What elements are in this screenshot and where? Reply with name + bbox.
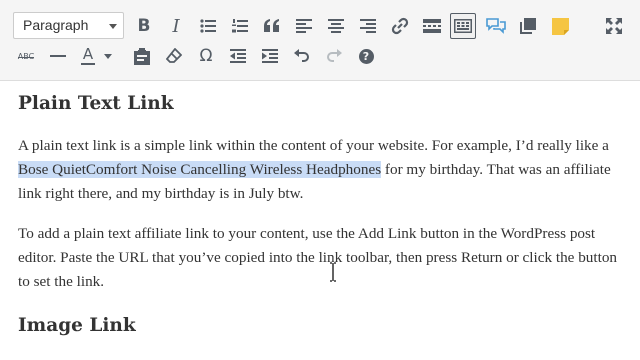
paragraph-plain-text-link: A plain text link is a simple link withi… (18, 134, 630, 206)
toolbar-row-2: ABC A Ω (0, 41, 640, 73)
insert-link-button[interactable] (387, 13, 413, 39)
special-character-button[interactable]: Ω (193, 43, 219, 69)
comment-bubbles-icon (486, 18, 506, 34)
chevron-down-icon (109, 24, 117, 29)
bold-button[interactable]: B (131, 13, 157, 39)
text-color-button[interactable]: A (77, 43, 99, 69)
editor-toolbar: Paragraph B I A Ω ? (0, 0, 640, 81)
redo-icon (327, 49, 342, 62)
strike-line (17, 56, 35, 58)
paragraph-add-link-instructions: To add a plain text affiliate link to yo… (18, 225, 618, 290)
clear-formatting-button[interactable] (161, 43, 187, 69)
paste-as-text-icon (134, 47, 150, 65)
fullscreen-button[interactable] (601, 13, 627, 39)
fullscreen-icon (606, 18, 622, 34)
numbered-list-button[interactable] (227, 13, 253, 39)
undo-icon (294, 49, 309, 62)
horizontal-line-button[interactable] (45, 43, 71, 69)
horizontal-line-icon (50, 55, 66, 57)
italic-icon: I (172, 15, 180, 37)
format-select-value: Paragraph (23, 17, 89, 33)
align-right-button[interactable] (355, 13, 381, 39)
toolbar-toggle-icon (454, 19, 472, 33)
align-left-button[interactable] (291, 13, 317, 39)
heading-plain-text-link: Plain Text Link (18, 93, 174, 114)
text-color-icon: A (82, 45, 94, 63)
blockquote-icon (264, 19, 279, 32)
selected-text[interactable]: Bose QuietComfort Noise Cancelling Wirel… (18, 161, 382, 178)
clear-formatting-icon (166, 48, 182, 63)
help-icon: ? (358, 48, 374, 64)
text-cursor-icon (330, 262, 336, 282)
link-icon (391, 17, 409, 35)
paste-as-text-button[interactable] (129, 43, 155, 69)
bullet-list-icon (200, 19, 216, 33)
editor-content[interactable]: Plain Text Link A plain text link is a s… (18, 88, 630, 342)
align-right-icon (360, 19, 376, 33)
text-color-dropdown[interactable] (101, 43, 115, 69)
read-more-icon (423, 19, 441, 33)
strikethrough-icon: ABC (17, 52, 35, 61)
paragraph-format-select[interactable]: Paragraph (13, 12, 124, 39)
toolbar-toggle-button[interactable] (450, 13, 476, 39)
strikethrough-button[interactable]: ABC (13, 43, 39, 69)
post-editor: Paragraph B I A Ω ? Plain Text Link A pl… (0, 0, 640, 360)
read-more-button[interactable] (419, 13, 445, 39)
align-left-icon (296, 19, 312, 33)
copy-icon (520, 18, 536, 34)
undo-button[interactable] (289, 43, 315, 69)
heading-image-link: Image Link (18, 315, 136, 336)
sticky-note-icon (551, 17, 569, 35)
outdent-icon (230, 49, 246, 63)
align-center-icon (328, 19, 344, 33)
help-label: ? (362, 49, 370, 63)
redo-button[interactable] (321, 43, 347, 69)
blockquote-button[interactable] (259, 13, 285, 39)
comment-bubbles-button[interactable] (483, 13, 509, 39)
outdent-button[interactable] (225, 43, 251, 69)
text-color-underline (81, 63, 95, 65)
help-button[interactable]: ? (353, 43, 379, 69)
bullet-list-button[interactable] (195, 13, 221, 39)
special-character-icon: Ω (199, 46, 213, 66)
copy-button[interactable] (515, 13, 541, 39)
indent-button[interactable] (257, 43, 283, 69)
italic-button[interactable]: I (163, 13, 189, 39)
numbered-list-icon (232, 19, 248, 33)
indent-icon (262, 49, 278, 63)
chevron-down-icon (104, 53, 112, 59)
sticky-note-button[interactable] (547, 13, 573, 39)
bold-icon: B (137, 16, 151, 36)
toolbar-row-1: Paragraph B I (0, 11, 640, 43)
paragraph-text-before: A plain text link is a simple link withi… (18, 137, 609, 154)
align-center-button[interactable] (323, 13, 349, 39)
